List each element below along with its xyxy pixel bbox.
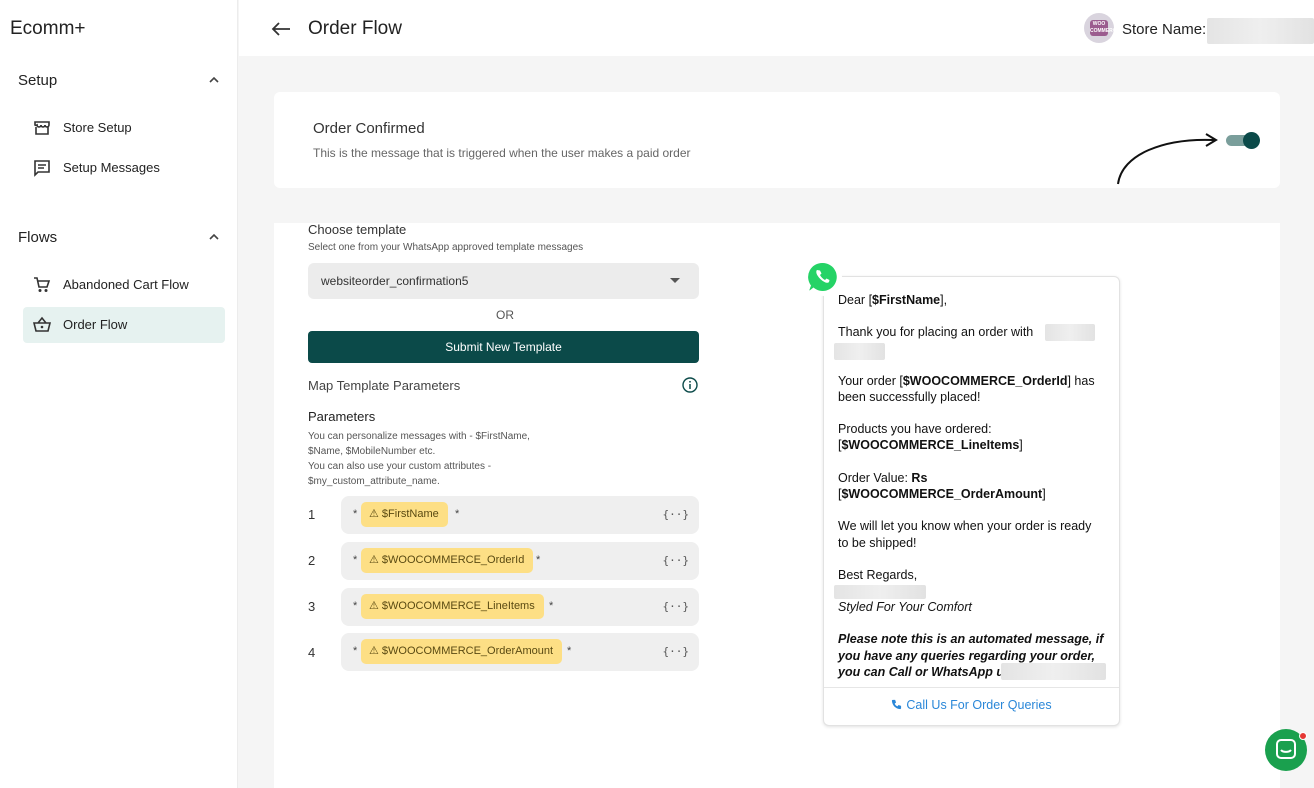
preview-note: Please note this is an automated message… <box>838 632 1104 646</box>
message-icon <box>34 160 50 177</box>
required-star: * <box>536 554 541 566</box>
variables-icon[interactable]: {··} <box>663 554 690 567</box>
top-header: Order Flow WOO COMMERCE Store Name: <box>239 0 1314 56</box>
template-select[interactable]: websiteorder_confirmation5 <box>308 263 699 299</box>
preview-products: Products you have ordered: <box>838 422 992 436</box>
preview-thanks: Thank you for placing an order with <box>838 325 1034 339</box>
basket-icon <box>33 316 51 332</box>
preview-order-line2: been successfully placed! <box>838 390 981 404</box>
caret-down-icon <box>670 278 680 283</box>
notification-dot <box>1299 732 1307 740</box>
brand-logo: Ecomm+ <box>10 18 86 39</box>
trigger-description: This is the message that is triggered wh… <box>313 146 691 160</box>
annotation-arrow-icon <box>1117 133 1218 185</box>
chevron-up-icon <box>209 76 219 83</box>
choose-template-title: Choose template <box>308 222 407 237</box>
required-star: * <box>549 600 554 612</box>
preview-regards: Best Regards, <box>838 568 918 582</box>
sidebar-item-order-flow[interactable]: Order Flow <box>23 307 225 343</box>
map-parameters-title: Map Template Parameters <box>308 378 461 393</box>
param-chip[interactable]: ⚠ $WOOCOMMERCE_OrderAmount <box>361 639 563 664</box>
sidebar-item-store-setup[interactable]: Store Setup <box>23 110 225 146</box>
page-title: Order Flow <box>308 18 402 39</box>
store-icon <box>34 121 50 135</box>
section-title: Setup <box>18 72 58 89</box>
info-icon[interactable] <box>682 377 698 393</box>
parameters-title: Parameters <box>308 409 376 424</box>
phone-icon <box>892 699 902 710</box>
whatsapp-icon <box>804 258 842 296</box>
required-star: * <box>353 554 358 566</box>
preview-divider <box>824 687 1119 688</box>
param-field-2[interactable]: * ⚠ $WOOCOMMERCE_OrderId * {··} <box>341 542 699 580</box>
message-preview: Dear [$FirstName], Thank you for placing… <box>823 276 1120 726</box>
template-config-card: Choose template Select one from your Wha… <box>274 222 1280 788</box>
variables-icon[interactable]: {··} <box>663 600 690 613</box>
toggle-knob <box>1243 132 1260 149</box>
section-title: Flows <box>18 229 58 246</box>
or-separator: OR <box>496 308 514 322</box>
required-star: * <box>455 508 460 520</box>
required-star: * <box>567 645 572 657</box>
section-flows-header[interactable]: Flows <box>18 229 228 251</box>
store-avatar[interactable]: WOO COMMERCE <box>1084 13 1114 43</box>
choose-template-subtitle: Select one from your WhatsApp approved t… <box>308 242 584 253</box>
sidebar-item-abandoned-cart-flow[interactable]: Abandoned Cart Flow <box>23 267 225 303</box>
preview-products-var: [$WOOCOMMERCE_LineItems] <box>838 438 1023 452</box>
call-us-button[interactable]: Call Us For Order Queries <box>824 698 1119 712</box>
trigger-title: Order Confirmed <box>313 120 425 137</box>
order-confirmed-card: Order Confirmed This is the message that… <box>274 92 1280 188</box>
param-number: 1 <box>308 507 316 522</box>
sidebar-item-label: Store Setup <box>63 120 132 135</box>
redacted-text <box>834 585 926 599</box>
required-star: * <box>353 645 358 657</box>
store-name-redacted <box>1207 18 1314 44</box>
param-chip[interactable]: ⚠ $WOOCOMMERCE_OrderId <box>361 548 534 573</box>
param-number: 3 <box>308 599 316 614</box>
required-star: * <box>353 600 358 612</box>
store-name-label: Store Name: <box>1122 21 1207 38</box>
preview-tagline: Styled For Your Comfort <box>838 600 972 614</box>
template-select-value: websiteorder_confirmation5 <box>321 274 469 288</box>
preview-ready-line2: to be shipped! <box>838 536 917 550</box>
sidebar-item-label: Order Flow <box>63 317 128 332</box>
variables-icon[interactable]: {··} <box>663 508 690 521</box>
desc-line: $my_custom_attribute_name. <box>308 476 440 487</box>
param-field-4[interactable]: * ⚠ $WOOCOMMERCE_OrderAmount * {··} <box>341 633 699 671</box>
call-us-label: Call Us For Order Queries <box>906 698 1052 712</box>
preview-note: you have any queries regarding your orde… <box>838 649 1096 663</box>
cart-icon <box>34 277 51 292</box>
param-chip[interactable]: ⚠ $FirstName <box>361 502 448 527</box>
parameters-description: You can personalize messages with - $Fir… <box>308 429 568 489</box>
sidebar-item-label: Setup Messages <box>63 160 160 175</box>
chevron-up-icon <box>209 233 219 240</box>
sidebar-item-label: Abandoned Cart Flow <box>63 277 189 292</box>
required-star: * <box>353 508 358 520</box>
param-chip[interactable]: ⚠ $WOOCOMMERCE_LineItems <box>361 594 544 619</box>
flow-enabled-toggle[interactable] <box>1226 132 1260 149</box>
preview-order-value: Order Value: Rs <box>838 471 928 485</box>
param-field-3[interactable]: * ⚠ $WOOCOMMERCE_LineItems * {··} <box>341 588 699 626</box>
param-field-1[interactable]: * ⚠ $FirstName * {··} <box>341 496 699 534</box>
variables-icon[interactable]: {··} <box>663 645 690 658</box>
preview-order-value-var: [$WOOCOMMERCE_OrderAmount] <box>838 487 1046 501</box>
submit-new-template-button[interactable]: Submit New Template <box>308 331 699 363</box>
sidebar-item-setup-messages[interactable]: Setup Messages <box>23 150 225 186</box>
section-setup-header[interactable]: Setup <box>18 72 228 94</box>
redacted-text <box>1045 324 1095 341</box>
desc-line: You can also use your custom attributes … <box>308 461 492 472</box>
preview-greeting: Dear [$FirstName], <box>838 293 948 307</box>
back-arrow-icon[interactable] <box>271 20 291 38</box>
param-number: 4 <box>308 645 316 660</box>
desc-line: $Name, $MobileNumber etc. <box>308 446 436 457</box>
param-number: 2 <box>308 553 316 568</box>
woocommerce-logo: WOO COMMERCE <box>1090 20 1114 36</box>
preview-order: Your order [$WOOCOMMERCE_OrderId] has <box>838 374 1095 388</box>
preview-ready: We will let you know when your order is … <box>838 519 1092 533</box>
sidebar: Ecomm+ Setup Store Setup Setup Messages … <box>0 0 238 788</box>
redacted-text <box>834 343 885 360</box>
redacted-text <box>1001 663 1106 680</box>
desc-line: You can personalize messages with - $Fir… <box>308 431 530 442</box>
